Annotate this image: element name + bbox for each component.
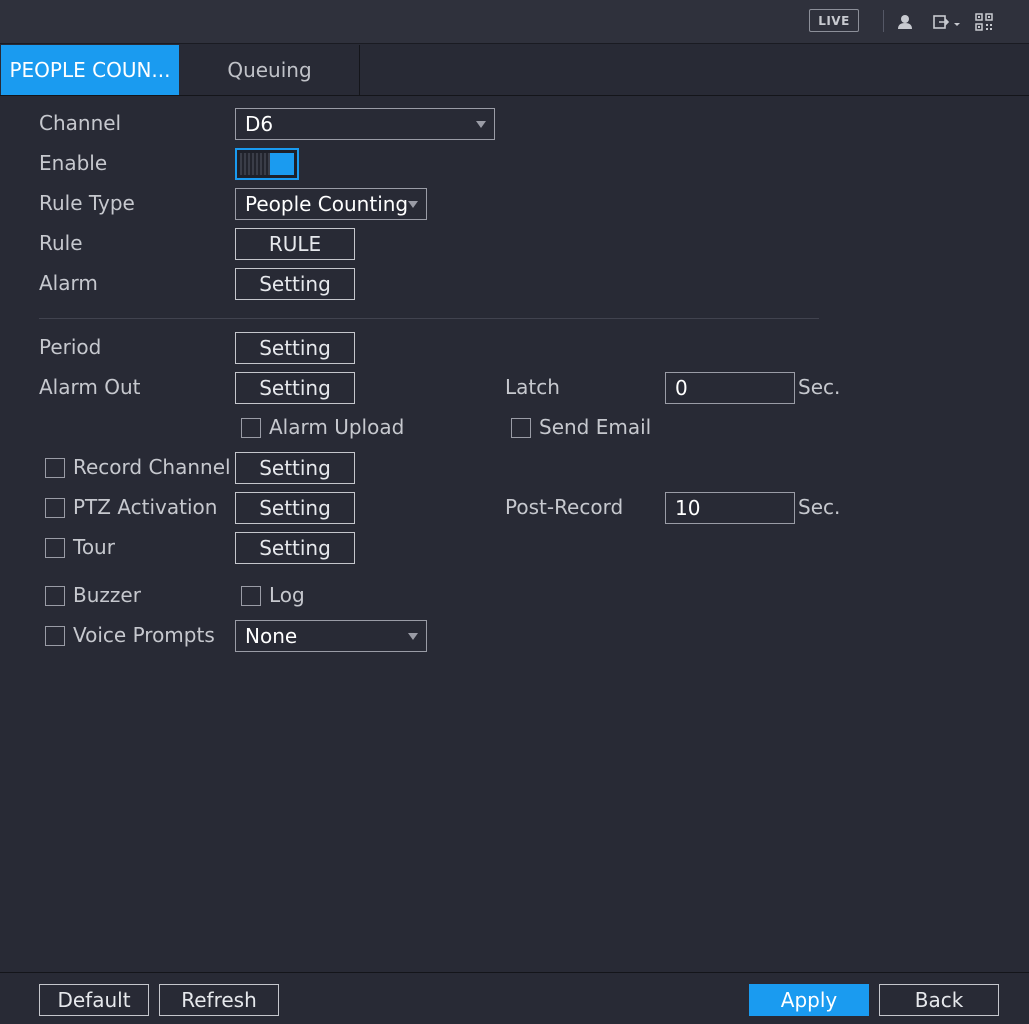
log-label: Log: [269, 583, 305, 607]
user-icon[interactable]: [895, 12, 915, 32]
rule-type-select[interactable]: People Counting: [235, 188, 427, 220]
toggle-knob: [270, 153, 294, 175]
toolbar-divider: [883, 10, 884, 32]
tab-bar: PEOPLE COUN... Queuing: [0, 44, 1029, 96]
apply-button[interactable]: Apply: [749, 984, 869, 1016]
send-email-checkbox[interactable]: [511, 418, 531, 438]
alarm-out-label: Alarm Out: [39, 375, 141, 399]
logout-icon[interactable]: [932, 12, 964, 32]
default-button[interactable]: Default: [39, 984, 149, 1016]
send-email-label: Send Email: [539, 415, 652, 439]
post-record-input[interactable]: 10: [665, 492, 795, 524]
alarm-upload-label: Alarm Upload: [269, 415, 405, 439]
alarm-out-setting-button[interactable]: Setting: [235, 372, 355, 404]
channel-select[interactable]: D6: [235, 108, 495, 140]
section-divider: [39, 318, 819, 319]
ptz-activation-label: PTZ Activation: [73, 495, 218, 519]
voice-prompts-label: Voice Prompts: [73, 623, 215, 647]
alarm-setting-button[interactable]: Setting: [235, 268, 355, 300]
enable-label: Enable: [39, 151, 108, 175]
enable-toggle[interactable]: [235, 148, 299, 180]
latch-input[interactable]: 0: [665, 372, 795, 404]
record-channel-setting-button[interactable]: Setting: [235, 452, 355, 484]
alarm-label: Alarm: [39, 271, 98, 295]
channel-value: D6: [245, 112, 274, 136]
tour-label: Tour: [73, 535, 115, 559]
voice-prompts-select[interactable]: None: [235, 620, 427, 652]
live-button[interactable]: LIVE: [809, 9, 859, 32]
rule-type-label: Rule Type: [39, 191, 135, 215]
rule-label: Rule: [39, 231, 83, 255]
post-record-unit: Sec.: [798, 495, 841, 519]
post-record-label: Post-Record: [505, 495, 624, 519]
alarm-upload-checkbox[interactable]: [241, 418, 261, 438]
chevron-down-icon: [408, 633, 418, 640]
buzzer-checkbox[interactable]: [45, 586, 65, 606]
buzzer-label: Buzzer: [73, 583, 141, 607]
tab-people-counting[interactable]: PEOPLE COUN...: [1, 45, 179, 95]
rule-type-value: People Counting: [245, 192, 409, 216]
channel-label: Channel: [39, 111, 122, 135]
period-setting-button[interactable]: Setting: [235, 332, 355, 364]
ptz-activation-setting-button[interactable]: Setting: [235, 492, 355, 524]
tour-checkbox[interactable]: [45, 538, 65, 558]
latch-unit: Sec.: [798, 375, 841, 399]
voice-prompts-value: None: [245, 624, 298, 648]
top-bar: LIVE: [0, 0, 1029, 44]
record-channel-label: Record Channel: [73, 455, 231, 479]
rule-button[interactable]: RULE: [235, 228, 355, 260]
qr-code-icon[interactable]: [974, 12, 994, 32]
latch-label: Latch: [505, 375, 560, 399]
tab-queuing[interactable]: Queuing: [180, 45, 360, 95]
period-label: Period: [39, 335, 102, 359]
record-channel-checkbox[interactable]: [45, 458, 65, 478]
refresh-button[interactable]: Refresh: [159, 984, 279, 1016]
log-checkbox[interactable]: [241, 586, 261, 606]
tour-setting-button[interactable]: Setting: [235, 532, 355, 564]
footer-bar: Default Refresh Apply Back: [0, 972, 1029, 1024]
toggle-track: [240, 153, 270, 175]
chevron-down-icon: [476, 121, 486, 128]
chevron-down-icon: [408, 201, 418, 208]
back-button[interactable]: Back: [879, 984, 999, 1016]
ptz-activation-checkbox[interactable]: [45, 498, 65, 518]
voice-prompts-checkbox[interactable]: [45, 626, 65, 646]
